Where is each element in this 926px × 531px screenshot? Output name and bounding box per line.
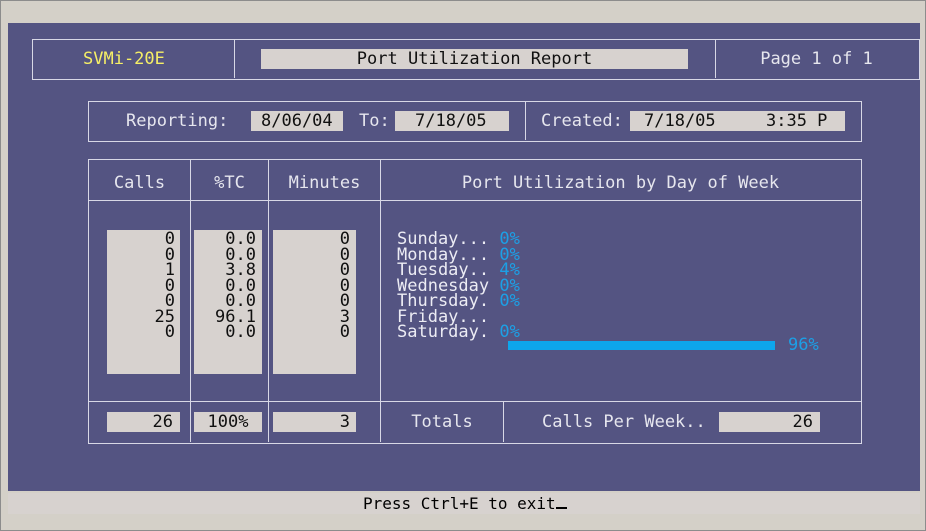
list-item: 0 [339,244,350,265]
list-item: 0 [164,322,175,342]
calls-column: 0 0 1 0 0 25 0 [107,230,180,374]
created-date-field: 7/18/05 [630,111,740,131]
utilization-bar [508,341,775,350]
dates-divider [525,101,526,140]
window-frame: SVMi-20E Port Utilization Report Page 1 … [0,0,926,531]
to-label: To: [359,111,390,131]
list-item: 0 [339,275,350,296]
col-divider [190,159,191,442]
report-title: Port Utilization Report [261,49,688,69]
text-cursor [555,494,567,509]
terminal-screen: SVMi-20E Port Utilization Report Page 1 … [8,23,920,491]
list-item: 3 [339,306,350,327]
calls-per-week-field: 26 [719,412,820,432]
reporting-from-field: 8/06/04 [251,111,343,131]
reporting-label: Reporting: [126,111,229,131]
status-bar: Press Ctrl+E to exit [8,493,920,514]
col-divider [268,159,269,442]
list-item: 0 [339,260,350,280]
model-name: SVMi-20E [83,49,165,69]
day-row: Saturday. 0% [397,322,520,342]
minutes-column: 0 0 0 0 0 3 0 [273,230,356,374]
created-label: Created: [541,111,623,131]
header-divider [234,39,235,78]
day-percent: 0% [499,291,520,311]
utilization-bar-label: 96% [788,335,819,355]
col-divider [503,401,504,442]
chart-title: Port Utilization by Day of Week [461,173,780,193]
page-indicator: Page 1 of 1 [760,49,873,69]
col-divider [380,159,381,442]
totals-label: Totals [411,412,473,432]
table-header-line [88,200,861,201]
list-item: 0 [339,291,350,311]
column-header-tc: %TC [214,173,245,193]
list-item: 0.0 [225,322,256,342]
created-time-field: 3:35 P [740,111,845,131]
day-list: Sunday... 0% Monday... 0% Tuesday.. 4% W… [397,231,520,342]
calls-per-week-label: Calls Per Week.. [542,412,706,432]
day-percent: 0% [499,322,520,342]
status-message: Press Ctrl+E to exit [363,493,567,514]
list-item: 0 [339,322,350,342]
day-label: Saturday. [397,322,490,342]
table-totals-line [88,401,861,402]
column-header-minutes: Minutes [288,173,361,193]
tc-column: 0.0 0.0 3.8 0.0 0.0 96.1 0.0 [194,230,262,374]
list-item: 0 [339,229,350,249]
total-tc-field: 100% [194,412,262,432]
reporting-to-field: 7/18/05 [395,111,509,131]
status-text: Press Ctrl+E to exit [363,494,556,513]
total-calls-field: 26 [107,412,180,432]
column-header-calls: Calls [113,173,166,193]
total-minutes-field: 3 [273,412,356,432]
